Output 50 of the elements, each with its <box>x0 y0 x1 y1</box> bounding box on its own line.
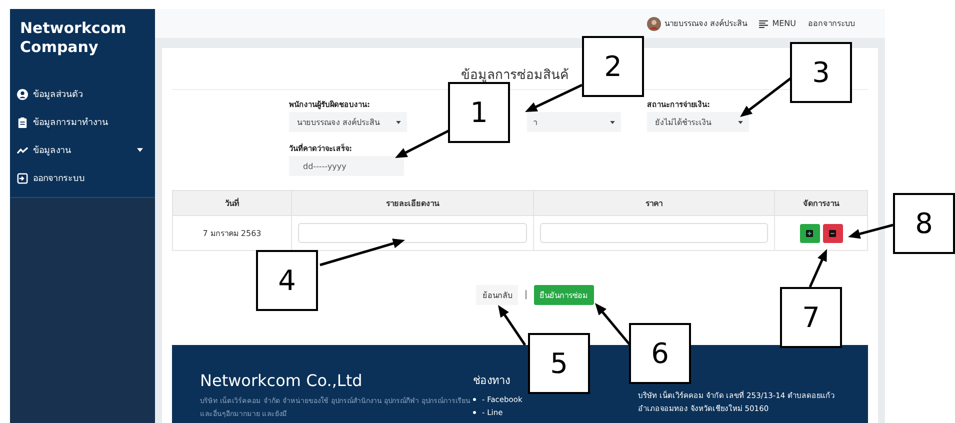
chart-line-icon <box>17 144 28 156</box>
sidebar-item[interactable]: ข้อมูลการมาทำงาน <box>33 115 108 129</box>
logout-link[interactable]: ออกจากระบบ <box>808 17 855 30</box>
column-header: ราคา <box>533 190 774 216</box>
caret-icon <box>610 120 615 124</box>
select-field[interactable]: นายบรรณจง สงค์ประสิน <box>289 112 407 132</box>
column-header: รายละเอียดงาน <box>292 190 533 216</box>
date-field[interactable]: dd-----yyyy <box>289 156 404 176</box>
caret-icon <box>738 120 743 124</box>
bullet-icon <box>473 411 476 414</box>
select-field[interactable]: า <box>527 112 621 132</box>
remove-button[interactable] <box>822 224 842 242</box>
detail-input[interactable] <box>298 223 526 243</box>
add-button[interactable] <box>800 224 820 242</box>
clipboard-icon <box>17 116 28 128</box>
back-button[interactable]: ย้อนกลับ <box>476 285 518 305</box>
callout-number: 1 <box>448 82 510 143</box>
price-input[interactable] <box>540 223 768 243</box>
arrow <box>525 84 583 112</box>
minus-icon <box>829 230 836 236</box>
arrow <box>498 305 526 346</box>
menu-link[interactable]: MENU <box>772 19 796 28</box>
separator: | <box>524 290 528 300</box>
menu-icon <box>759 20 768 28</box>
select-field[interactable]: ยังไม่ได้ชำระเงิน <box>647 112 749 132</box>
arrow <box>808 249 827 288</box>
column-header: วันที่ <box>172 190 292 216</box>
plus-icon <box>806 230 813 236</box>
avatar-icon <box>646 16 661 30</box>
brand-title: Networkcom Company <box>10 9 155 87</box>
arrow <box>595 303 631 346</box>
callout-number: 3 <box>790 42 852 103</box>
user-name[interactable]: นายบรรณจง สงค์ประสิน <box>664 17 748 30</box>
callout-number: 5 <box>528 333 590 394</box>
bullet-icon <box>473 398 476 401</box>
caret-icon <box>396 120 401 124</box>
sidebar-item[interactable]: ข้อมูลงาน <box>33 143 71 157</box>
page-title: ข้อมูลการซ่อมสินค้ <box>461 67 569 85</box>
footer-heading: ช่องทาง <box>473 373 511 389</box>
sidebar-item[interactable]: ข้อมูลส่วนตัว <box>33 87 83 101</box>
callout-number: 6 <box>629 323 691 384</box>
callout-number: 2 <box>582 36 644 97</box>
footer-title: Networkcom Co.,Ltd <box>200 371 364 390</box>
callout-number: 7 <box>780 287 842 348</box>
sidebar-item[interactable]: ออกจากระบบ <box>33 171 85 185</box>
sign-in-icon <box>17 172 28 184</box>
callout-number: 4 <box>256 250 318 311</box>
arrow <box>848 224 894 239</box>
column-header: จัดการงาน <box>774 190 868 216</box>
callout-number: 8 <box>893 193 955 254</box>
